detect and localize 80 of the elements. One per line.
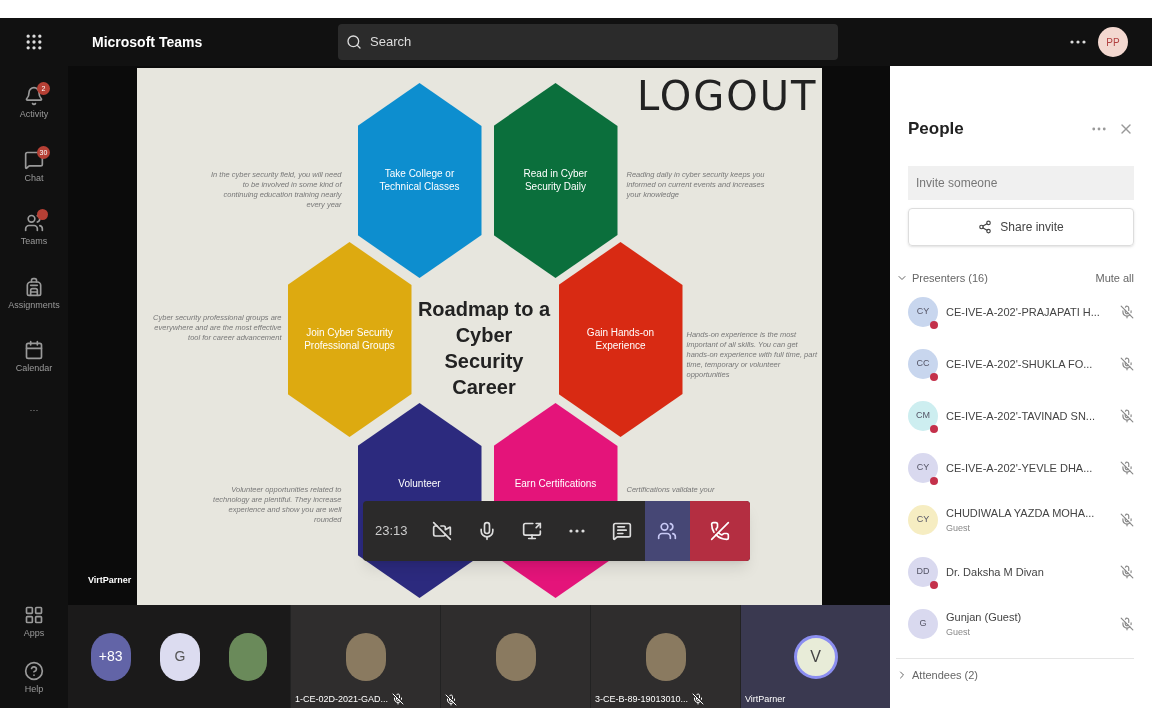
participant-avatar: V — [793, 634, 838, 679]
user-avatar[interactable]: PP — [1098, 27, 1128, 57]
hangup-button[interactable] — [689, 501, 750, 561]
app-title: Microsoft Teams — [92, 32, 204, 52]
participant-avatar: CY — [908, 505, 938, 535]
mic-off-icon[interactable] — [1120, 513, 1134, 527]
camera-off-icon — [432, 521, 453, 541]
participant-avatar: DD — [908, 557, 938, 587]
participant-avatar: CC — [908, 349, 938, 379]
mic-off-icon[interactable] — [1120, 461, 1134, 475]
mic-off-icon[interactable] — [1120, 357, 1134, 371]
app-launcher-icon[interactable] — [24, 32, 44, 52]
participant-name: CE-IVE-A-202'-TAVINAD SN... — [946, 408, 1096, 424]
more-icon[interactable] — [569, 529, 586, 533]
hang-up-icon — [709, 521, 730, 541]
search-field[interactable]: Search — [338, 24, 838, 60]
panel-title: People — [908, 118, 964, 140]
participant-name: CE-IVE-A-202'-YEVLE DHA... — [946, 460, 1094, 476]
apps-icon — [24, 605, 44, 625]
participant-row[interactable]: CC CE-IVE-A-202'-SHUKLA FO... — [908, 338, 1134, 390]
rail-item[interactable]: Apps — [0, 601, 68, 645]
participant-name: CHUDIWALA YAZDA MOHA... — [946, 506, 1096, 521]
participant-row[interactable]: DD Dr. Daksha M Divan — [908, 546, 1134, 598]
share-icon — [978, 219, 993, 234]
rail-item[interactable]: Assignments — [0, 272, 68, 316]
avatar-photo — [495, 632, 536, 681]
participant-name: CE-IVE-A-202'-SHUKLA FO... — [946, 356, 1094, 372]
participant-name: 3-CE-B-89-19013010... — [595, 692, 689, 706]
chat-icon — [612, 521, 633, 541]
participant-avatar: CM — [908, 401, 938, 431]
mute-all-button[interactable]: Mute all — [1095, 269, 1134, 286]
section-toggle[interactable]: Presenters (16) — [896, 269, 988, 286]
rail-item[interactable]: Teams — [0, 209, 68, 253]
participant-avatar[interactable]: G — [160, 632, 200, 681]
help-icon — [24, 660, 44, 681]
participant-row[interactable]: CY CHUDIWALA YAZDA MOHA... Guest — [908, 494, 1134, 546]
slide-title: Roadmap to a Cyber Security Career — [416, 297, 552, 400]
participant-row[interactable]: CY CE-IVE-A-202'-YEVLE DHA... — [908, 442, 1134, 494]
backpack-icon — [24, 276, 44, 297]
rail-item[interactable]: Calendar — [0, 336, 68, 380]
share-screen-icon — [522, 521, 543, 541]
share-invite-button[interactable]: Share invite — [908, 207, 1134, 246]
mic-off-icon[interactable] — [1120, 305, 1134, 319]
people-icon — [657, 521, 678, 541]
rail-item[interactable]: Help — [0, 656, 68, 700]
mic-off-icon[interactable] — [1120, 565, 1134, 579]
participant-row[interactable]: G Gunjan (Guest) Guest — [908, 598, 1134, 650]
participant-row[interactable]: CY CE-IVE-A-202'-PRAJAPATI H... — [908, 286, 1134, 338]
people-icon — [24, 213, 44, 233]
participant-role: Guest — [946, 521, 971, 535]
presenter-name: VirtParner — [88, 573, 132, 587]
call-timer: 23:13 — [374, 522, 409, 541]
mic-off-icon — [392, 693, 405, 706]
participant-row[interactable]: CM CE-IVE-A-202'-TAVINAD SN... — [908, 390, 1134, 442]
people-button[interactable] — [644, 501, 690, 561]
avatar-photo — [645, 632, 686, 681]
mic-off-icon[interactable] — [1120, 409, 1134, 423]
more-icon[interactable] — [1070, 40, 1086, 44]
participant-name: CE-IVE-A-202'-PRAJAPATI H... — [946, 304, 1101, 320]
participant-name: Dr. Daksha M Divan — [946, 564, 1045, 580]
avatar-photo — [345, 632, 386, 681]
avatar-photo — [229, 632, 268, 681]
participant-name: VirtParner — [745, 692, 786, 706]
participant-avatar: CY — [908, 453, 938, 483]
participant-avatar: G — [908, 609, 938, 639]
rail-item[interactable]: ··· — [0, 399, 68, 421]
participant-name: Gunjan (Guest) — [946, 610, 1023, 625]
section-toggle[interactable]: Attendees (2) — [896, 658, 1134, 684]
bell-icon — [24, 86, 44, 106]
search-icon — [346, 34, 362, 50]
participant-role: Guest — [946, 625, 971, 639]
participant-avatar[interactable]: +83 — [90, 632, 131, 681]
logo: LOGOUT — [636, 76, 818, 116]
participant-avatar: CY — [908, 297, 938, 327]
invite-field[interactable]: Invite someone — [908, 165, 1134, 200]
mic-off-icon — [445, 694, 457, 706]
calendar-icon — [24, 340, 44, 360]
mic-off-icon[interactable] — [1120, 617, 1134, 631]
participant-name: 1-CE-02D-2021-GAD... — [295, 692, 389, 706]
mic-off-icon — [692, 693, 705, 706]
